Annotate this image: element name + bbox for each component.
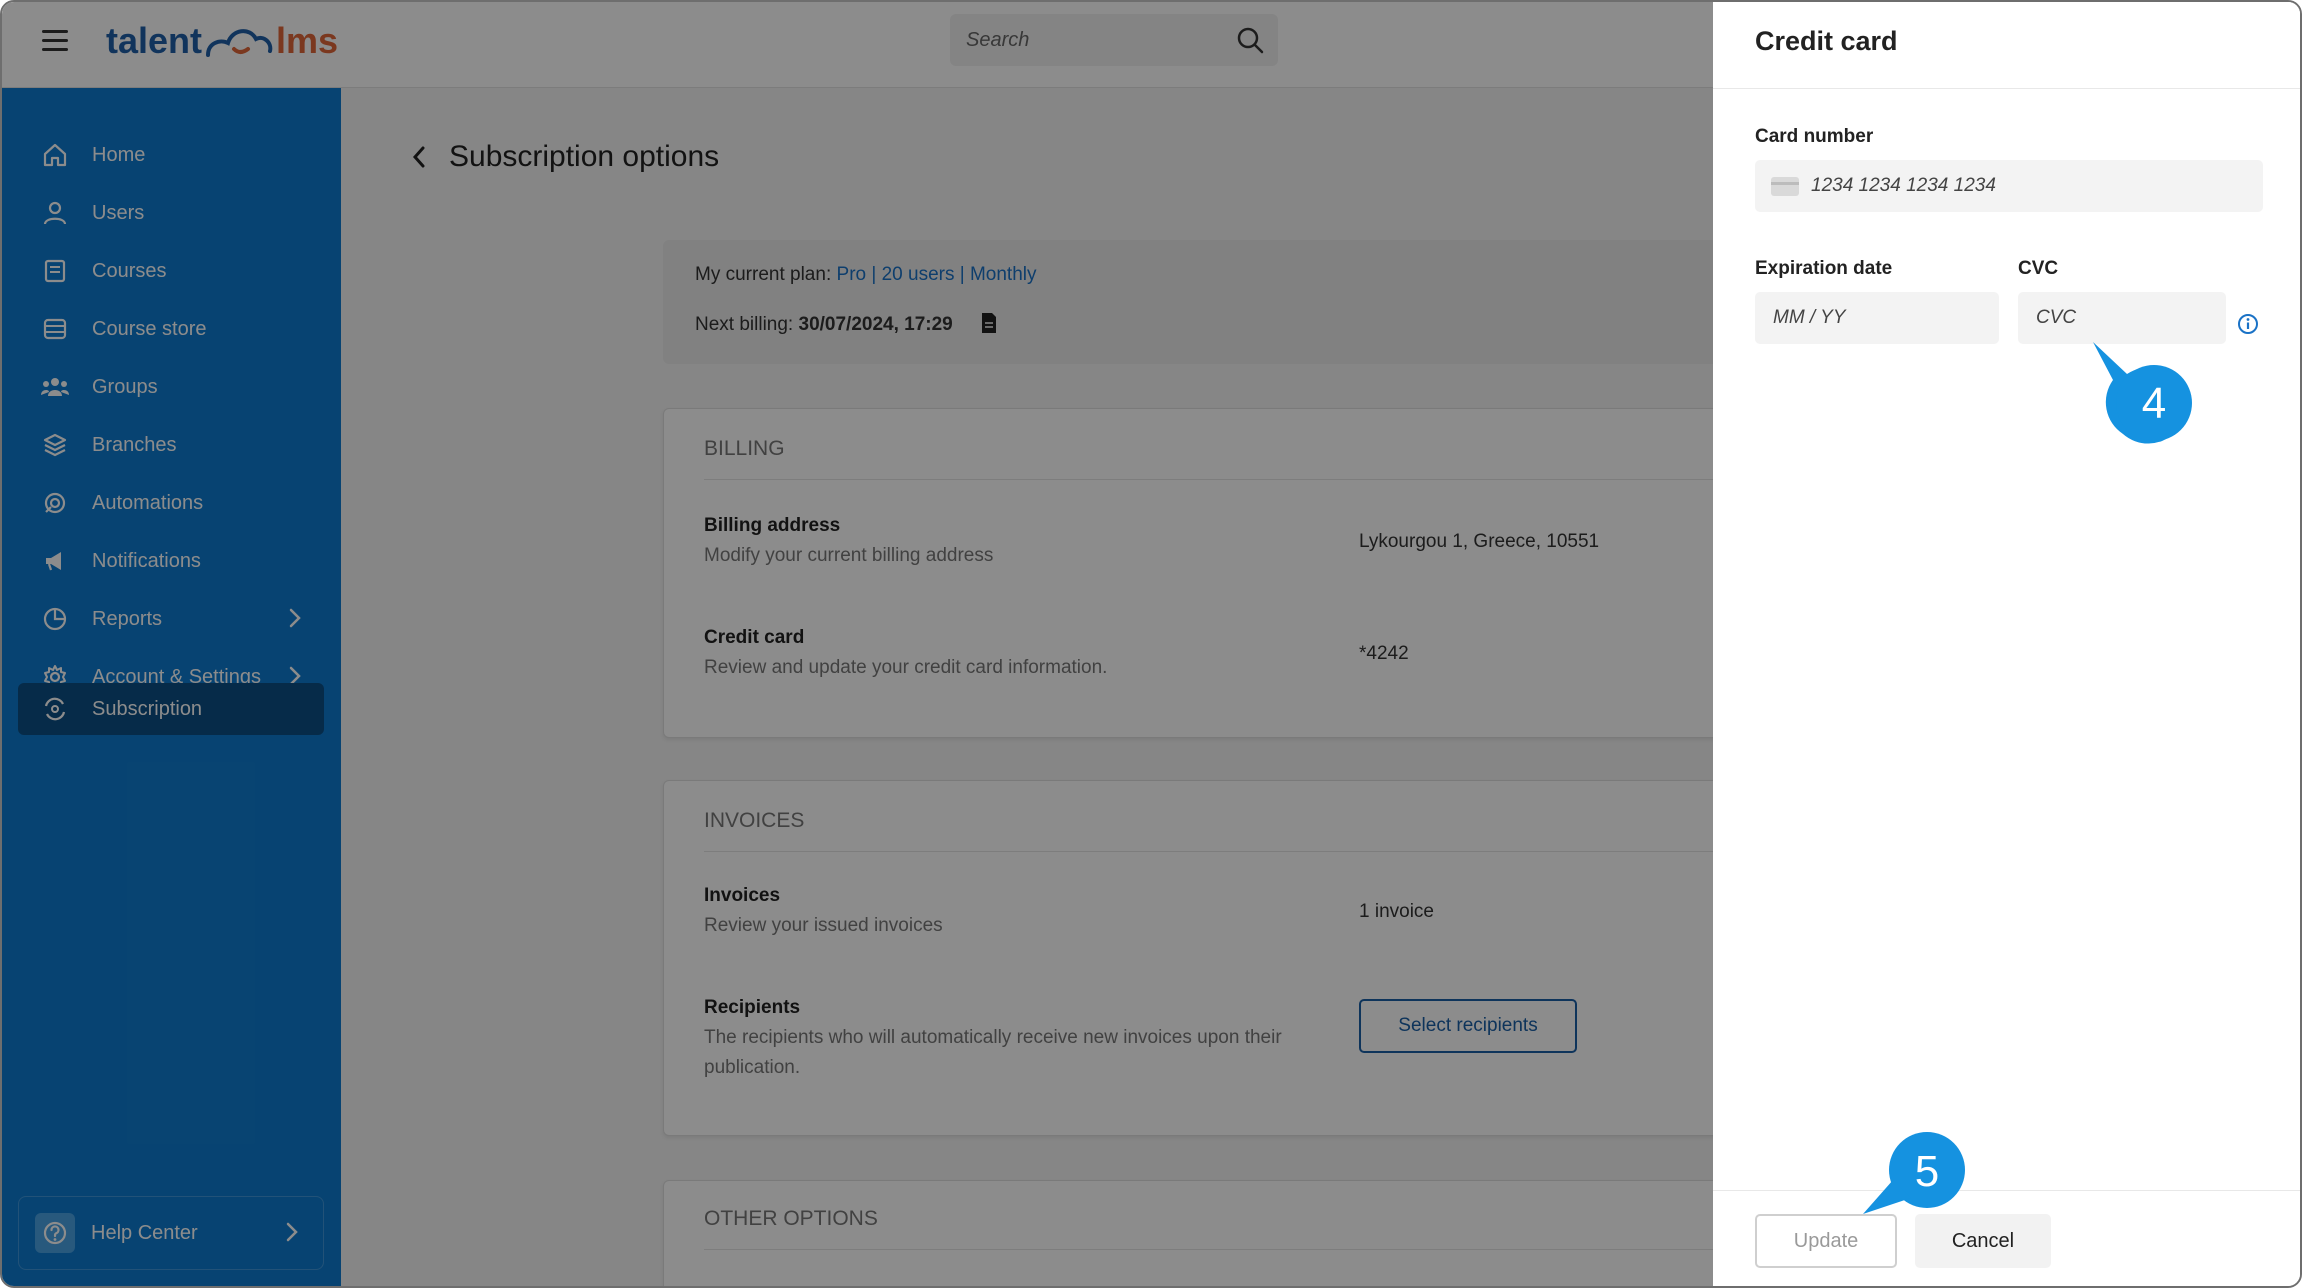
divider (1713, 88, 2300, 89)
cvc-label: CVC (2018, 258, 2059, 279)
expiration-date-field[interactable]: MM / YY (1755, 292, 1999, 344)
step-callout-5: 5 (1863, 1132, 1965, 1214)
cancel-button[interactable]: Cancel (1915, 1214, 2051, 1268)
update-button[interactable]: Update (1755, 1214, 1897, 1268)
drawer-title: Credit card (1755, 26, 1898, 56)
app-window: talent lms Search Home Users Courses Cou… (0, 0, 2302, 1288)
modal-backdrop[interactable] (2, 2, 1713, 1286)
card-number-placeholder: 1234 1234 1234 1234 (1811, 175, 1996, 196)
card-number-field[interactable]: 1234 1234 1234 1234 (1755, 160, 2263, 212)
card-number-label: Card number (1755, 126, 1874, 147)
credit-card-icon (1771, 177, 1799, 196)
expiration-date-label: Expiration date (1755, 258, 1893, 279)
step-5-label: 5 (1915, 1147, 1939, 1196)
cvc-placeholder: CVC (2036, 307, 2077, 328)
step-4-label: 4 (2142, 379, 2166, 428)
info-icon[interactable] (2237, 313, 2259, 335)
expiration-date-placeholder: MM / YY (1773, 307, 1846, 328)
credit-card-drawer: Credit card Card number 1234 1234 1234 1… (1713, 2, 2300, 1286)
divider (1713, 1190, 2300, 1191)
step-callout-4: 4 (2093, 342, 2192, 444)
